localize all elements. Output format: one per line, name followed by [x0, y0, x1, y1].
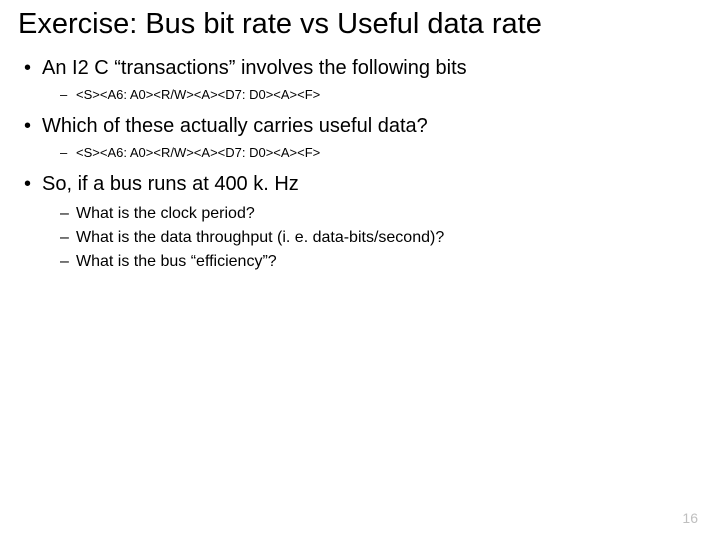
bullet-2-text: Which of these actually carries useful d… [42, 115, 428, 137]
bullet-2-sub: <S><A6: A0><R/W><A><D7: D0><A><F> [76, 144, 702, 163]
slide-content: An I2 C “transactions” involves the foll… [18, 55, 702, 274]
slide: Exercise: Bus bit rate vs Useful data ra… [0, 0, 720, 540]
bullet-1-text: An I2 C “transactions” involves the foll… [42, 57, 467, 79]
bullet-3: So, if a bus runs at 400 k. Hz What is t… [42, 171, 702, 274]
bullet-3-sub-3: What is the bus “efficiency”? [76, 250, 702, 274]
bullet-1-sub: <S><A6: A0><R/W><A><D7: D0><A><F> [76, 86, 702, 105]
bullet-3-text: So, if a bus runs at 400 k. Hz [42, 173, 299, 195]
bullet-3-sub-1: What is the clock period? [76, 202, 702, 226]
bullet-3-sub-2: What is the data throughput (i. e. data-… [76, 226, 702, 250]
bullet-1: An I2 C “transactions” involves the foll… [42, 55, 702, 105]
slide-title: Exercise: Bus bit rate vs Useful data ra… [18, 8, 702, 41]
page-number: 16 [682, 510, 698, 526]
bullet-2: Which of these actually carries useful d… [42, 113, 702, 163]
